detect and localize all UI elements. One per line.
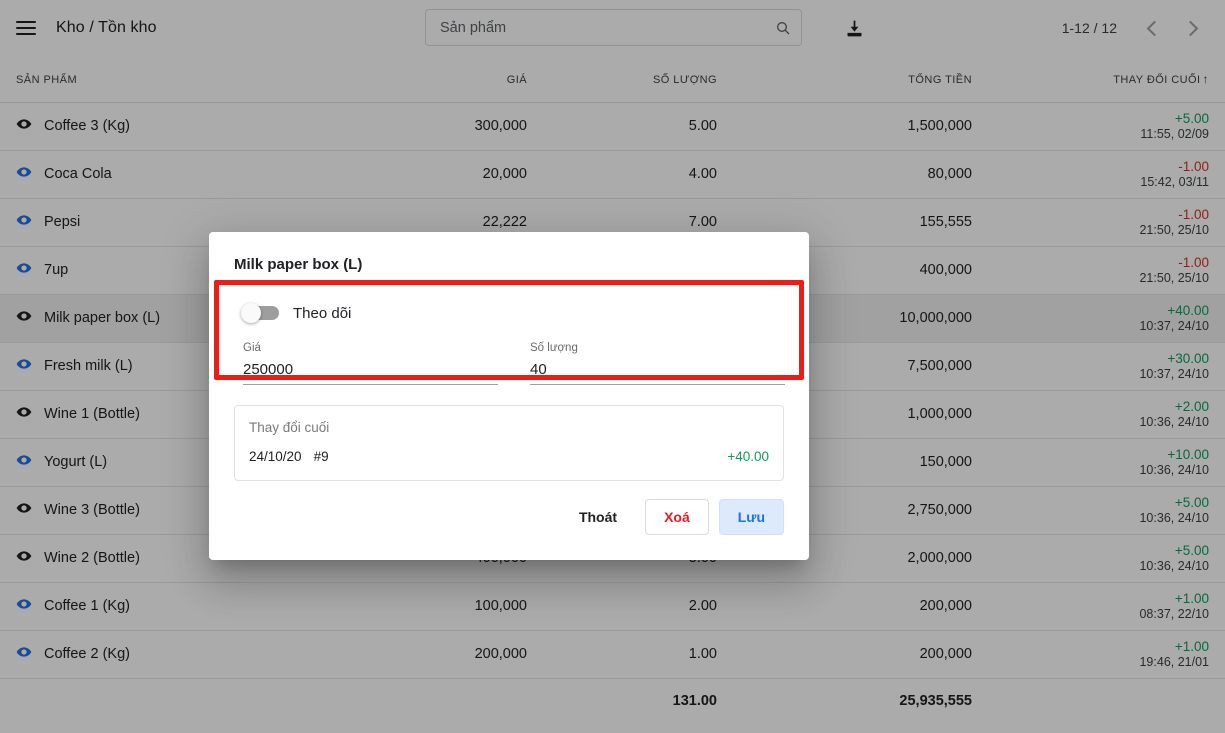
last-change-title: Thay đổi cuối: [249, 420, 330, 435]
dialog-actions: Thoát Xoá Lưu: [229, 499, 784, 535]
save-button[interactable]: Lưu: [718, 499, 784, 535]
price-input[interactable]: [243, 359, 498, 385]
quantity-input[interactable]: [530, 359, 785, 385]
last-change-card: Thay đổi cuối 24/10/20 #9 +40.00: [234, 405, 784, 481]
toggle-knob: [241, 303, 261, 323]
quantity-field-group: Số lượng: [530, 342, 785, 385]
cancel-button[interactable]: Thoát: [561, 500, 635, 534]
quantity-field-label: Số lượng: [530, 342, 578, 354]
last-change-id: #9: [313, 449, 329, 464]
fields-row: Giá Số lượng: [243, 342, 785, 385]
price-field-label: Giá: [243, 342, 261, 354]
app-root: Kho / Tồn kho 1-12 / 1: [0, 0, 1225, 733]
follow-toggle[interactable]: [241, 303, 279, 323]
price-field-group: Giá: [243, 342, 498, 385]
last-change-date: 24/10/20: [249, 449, 302, 464]
last-change-row[interactable]: 24/10/20 #9 +40.00: [249, 449, 769, 464]
follow-toggle-label: Theo dõi: [293, 304, 352, 322]
product-edit-dialog: Milk paper box (L) Theo dõi Giá Số lượng…: [209, 232, 809, 560]
dialog-form: Theo dõi Giá Số lượng: [229, 287, 789, 385]
delete-button[interactable]: Xoá: [645, 499, 709, 535]
follow-toggle-row[interactable]: Theo dõi: [241, 300, 785, 326]
last-change-amount: +40.00: [727, 449, 769, 464]
last-change-left: 24/10/20 #9: [249, 449, 329, 464]
dialog-title: Milk paper box (L): [234, 256, 363, 273]
